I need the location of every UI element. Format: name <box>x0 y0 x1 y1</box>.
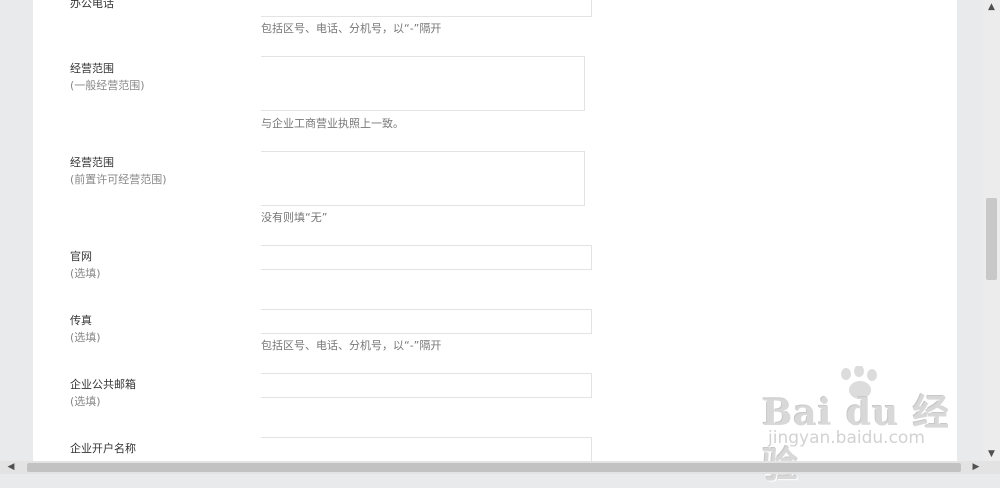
website-label: 官网 <box>70 250 92 263</box>
scroll-up-button[interactable]: ▲ <box>983 0 1000 14</box>
office-phone-hint: 包括区号、电话、分机号，以“-”隔开 <box>261 22 442 35</box>
scope-licensed-sub: (前置许可经营范围) <box>70 173 167 186</box>
scroll-left-button[interactable]: ◀ <box>4 461 18 474</box>
account-name-input[interactable] <box>261 437 592 461</box>
public-email-label: 企业公共邮箱 <box>70 378 136 391</box>
scope-general-hint: 与企业工商营业执照上一致。 <box>261 117 404 130</box>
scope-licensed-label: 经营范围 <box>70 156 114 169</box>
fax-hint: 包括区号、电话、分机号，以“-”隔开 <box>261 339 442 352</box>
office-phone-label: 办公电话 <box>70 0 114 10</box>
public-email-sub: (选填) <box>70 395 101 408</box>
scope-licensed-textarea[interactable] <box>261 151 585 206</box>
scope-general-sub: (一般经营范围) <box>70 79 145 92</box>
fax-input[interactable] <box>261 309 592 334</box>
vertical-scroll-thumb[interactable] <box>986 198 997 280</box>
office-phone-input[interactable] <box>261 0 592 17</box>
scope-licensed-hint: 没有则填“无” <box>261 211 328 224</box>
scope-general-label: 经营范围 <box>70 62 114 75</box>
vertical-scrollbar[interactable]: ▲ ▼ <box>983 0 1000 461</box>
scroll-down-button[interactable]: ▼ <box>983 447 1000 461</box>
scroll-right-button[interactable]: ▶ <box>969 461 983 474</box>
horizontal-scroll-thumb[interactable] <box>27 463 961 472</box>
website-input[interactable] <box>261 245 592 270</box>
form-panel: 办公电话 包括区号、电话、分机号，以“-”隔开 经营范围 (一般经营范围) 与企… <box>33 0 957 461</box>
fax-label: 传真 <box>70 314 92 327</box>
account-name-label: 企业开户名称 <box>70 442 136 455</box>
horizontal-scrollbar[interactable]: ◀ ▶ <box>0 461 1000 474</box>
scope-general-textarea[interactable] <box>261 56 585 111</box>
website-sub: (选填) <box>70 267 101 280</box>
public-email-input[interactable] <box>261 373 592 398</box>
fax-sub: (选填) <box>70 331 101 344</box>
